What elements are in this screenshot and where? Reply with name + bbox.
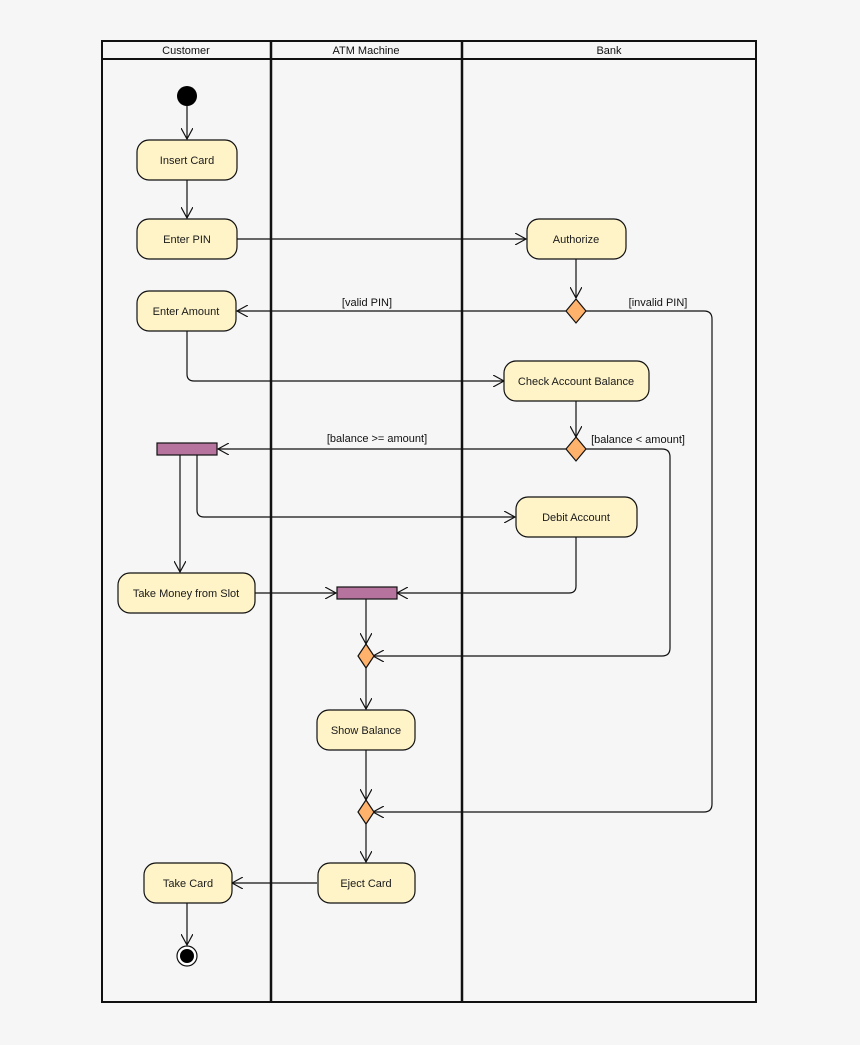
action-debit-account[interactable]: Debit Account: [515, 496, 638, 538]
edge-fork-debit: [196, 455, 515, 517]
action-label: Enter Amount: [153, 306, 220, 318]
lane-title-atm: ATM Machine: [332, 45, 399, 57]
action-take-card[interactable]: Take Card: [143, 862, 233, 904]
action-label: Insert Card: [160, 155, 214, 167]
action-label: Take Money from Slot: [133, 588, 239, 600]
guard-balance-low: [balance < amount]: [591, 434, 685, 446]
action-enter-amount[interactable]: Enter Amount: [136, 290, 237, 332]
fork-bar: [156, 442, 218, 456]
guard-balance-ok: [balance >= amount]: [327, 433, 427, 445]
join-bar: [336, 586, 398, 600]
initial-node: [177, 86, 197, 106]
action-check-account-balance[interactable]: Check Account Balance: [503, 360, 650, 402]
merge-node: [357, 798, 375, 826]
action-label: Enter PIN: [163, 234, 211, 246]
lane-title-customer: Customer: [162, 45, 210, 57]
guard-valid-pin: [valid PIN]: [342, 297, 392, 309]
merge-node: [357, 642, 375, 670]
action-take-money-from-slot[interactable]: Take Money from Slot: [117, 572, 256, 614]
guard-invalid-pin: [invalid PIN]: [629, 297, 688, 309]
decision-balance-sufficient: [565, 436, 587, 462]
action-label: Show Balance: [331, 725, 401, 737]
action-label: Eject Card: [340, 878, 391, 890]
final-node: [176, 945, 198, 967]
frame-border: [101, 40, 757, 1003]
edge-balance-low: [373, 448, 671, 656]
swimlane-frame: Customer ATM Machine Bank: [101, 40, 757, 1003]
action-authorize[interactable]: Authorize: [526, 218, 627, 260]
decision-pin-valid: [565, 298, 587, 324]
action-label: Authorize: [553, 234, 599, 246]
action-label: Check Account Balance: [518, 376, 634, 388]
activity-diagram: Customer ATM Machine Bank Insert Card En…: [101, 40, 757, 1003]
lane-title-bank: Bank: [596, 45, 622, 57]
action-label: Debit Account: [542, 512, 610, 524]
action-show-balance[interactable]: Show Balance: [316, 709, 416, 751]
action-label: Take Card: [163, 878, 213, 890]
action-enter-pin[interactable]: Enter PIN: [136, 218, 238, 260]
action-insert-card[interactable]: Insert Card: [136, 139, 238, 181]
action-eject-card[interactable]: Eject Card: [317, 862, 416, 904]
edge-debit-join: [397, 537, 577, 593]
edge-amount-check: [186, 331, 504, 381]
